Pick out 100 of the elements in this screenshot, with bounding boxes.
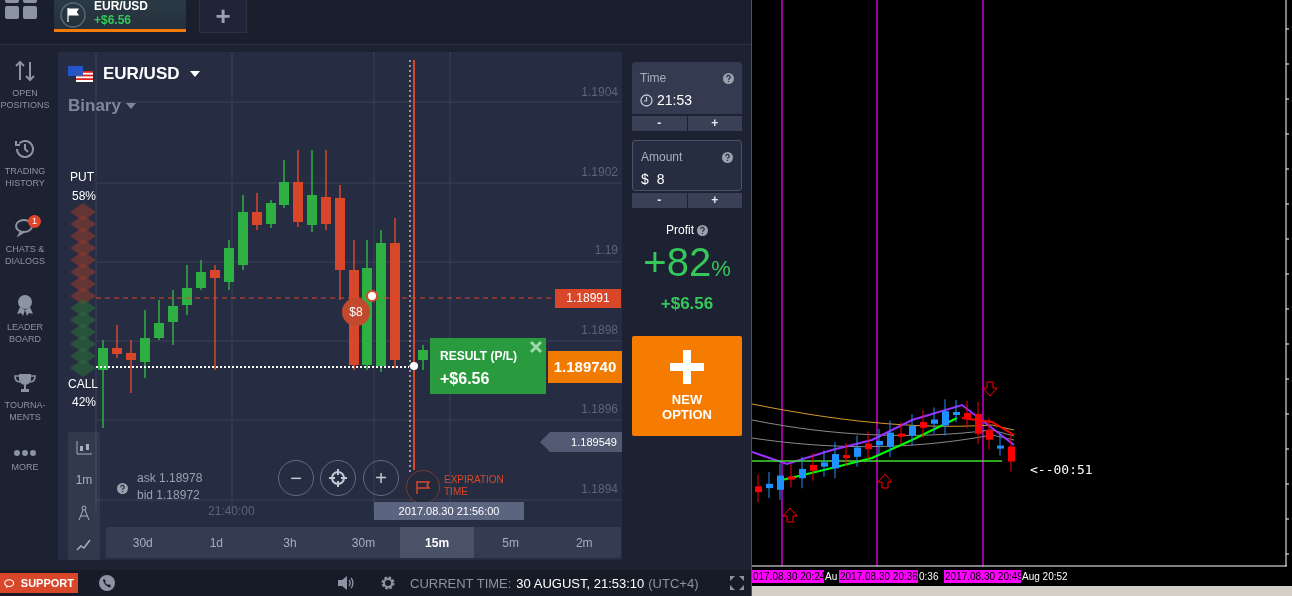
more-icon[interactable] [13, 449, 37, 457]
cursor-price-tag: 1.189549 [540, 432, 622, 452]
candle [224, 239, 234, 291]
add-tab-button[interactable]: + [199, 0, 247, 33]
target-icon [328, 468, 348, 488]
candle [931, 407, 938, 435]
candle [182, 264, 192, 316]
speaker-icon[interactable] [337, 575, 355, 591]
clock-icon [640, 93, 653, 107]
candle [843, 442, 850, 467]
sidebar-label[interactable]: OPEN POSITIONS [0, 87, 50, 111]
time-card[interactable]: Time 21:53 [632, 62, 742, 114]
candle [1008, 434, 1015, 472]
amount-label: Amount [641, 150, 683, 164]
put-label: PUT [70, 170, 94, 184]
chat-icon [4, 576, 16, 590]
candle [953, 399, 960, 423]
timeframe-tab[interactable]: 30d [106, 527, 180, 558]
grid-icon[interactable] [5, 0, 39, 20]
candle [418, 344, 428, 371]
time-axis-label: 2017.08.30 20:36 [839, 570, 919, 583]
candle [279, 159, 289, 209]
candle [865, 431, 872, 460]
history-icon[interactable] [13, 137, 37, 161]
phone-icon[interactable] [99, 575, 115, 591]
bet-marker: $8 [342, 298, 370, 326]
help-icon[interactable] [697, 224, 708, 236]
result-title: RESULT (P/L) [440, 349, 518, 363]
notification-badge: 1 [28, 215, 41, 228]
plus-button[interactable]: + [687, 193, 742, 208]
ask-bid-prices: ask 1.18978 bid 1.18972 [137, 470, 203, 504]
timeframe-tab[interactable]: 15m [400, 527, 474, 558]
entry-marker [366, 290, 378, 302]
plus-button[interactable]: + [687, 116, 742, 131]
flag-icon [68, 66, 93, 82]
sidebar-label[interactable]: LEADER BOARD [7, 321, 43, 345]
put-percent: 58% [72, 189, 97, 203]
candle [997, 433, 1004, 457]
caret-icon[interactable] [189, 71, 200, 77]
up-arrow-icon [782, 507, 798, 523]
help-icon[interactable] [117, 483, 128, 494]
current-time: 30 AUGUST, 21:53:10 [516, 575, 645, 591]
sidebar-label[interactable]: TRADING HISTORY [4, 165, 46, 189]
candle [909, 413, 916, 446]
time-label: Time [640, 71, 667, 85]
candle [986, 417, 993, 451]
timeframe-tab[interactable]: 2m [547, 527, 622, 558]
sidebar-label[interactable]: MORE [11, 461, 39, 473]
result-value: +$6.56 [440, 370, 491, 388]
profit-label: Profit [666, 223, 694, 237]
candle [799, 456, 806, 489]
fullscreen-icon[interactable] [729, 575, 745, 591]
instrument-selector[interactable]: Binary [68, 96, 121, 116]
up-arrow-icon [877, 473, 893, 489]
timeframe-tab[interactable]: 3h [253, 527, 327, 558]
settings-icon[interactable] [380, 575, 396, 591]
minus-button[interactable]: - [632, 193, 687, 208]
candle [154, 299, 164, 341]
asset-tab[interactable]: EUR/USD +$6.56 [54, 0, 186, 32]
countdown-label: <--00:51 [1030, 462, 1093, 477]
candle [876, 428, 883, 456]
timeframe-tab[interactable]: 5m [473, 527, 548, 558]
candlestick-icon[interactable] [76, 441, 92, 455]
candle [777, 463, 784, 501]
candle [920, 409, 927, 439]
candle [854, 435, 861, 468]
time-axis-label: 0:36 [918, 570, 940, 583]
trophy-icon[interactable] [13, 371, 37, 395]
indicator-icon[interactable] [76, 539, 92, 551]
minus-button[interactable]: - [632, 116, 687, 131]
timeframe-tab[interactable]: 30m [326, 527, 401, 558]
price-point [410, 362, 418, 370]
flag-icon [60, 1, 86, 28]
profit-amount: +$6.56 [660, 294, 714, 314]
help-icon[interactable] [722, 152, 733, 163]
timeframe-tab[interactable]: 1d [179, 527, 254, 558]
strike-price-tag: 1.18991 [555, 289, 621, 308]
support-button[interactable]: SUPPORT [0, 573, 78, 593]
candle [755, 473, 762, 503]
candle [810, 452, 817, 482]
compass-icon[interactable] [77, 505, 91, 521]
down-arrow-icon [982, 381, 998, 397]
candle [898, 421, 905, 445]
candle [964, 400, 971, 429]
sidebar-label[interactable]: TOURNA- MENTS [4, 399, 46, 423]
asset-name: EUR/USD [94, 0, 148, 13]
candle-period-button[interactable]: 1m [75, 473, 93, 487]
date-tooltip: 2017.08.30 21:56:00 [374, 502, 524, 520]
help-icon[interactable] [723, 73, 734, 84]
candle [887, 420, 894, 458]
candle [788, 464, 795, 488]
time-axis-label: Au [824, 570, 839, 583]
asset-selector[interactable]: EUR/USD [103, 64, 180, 84]
sidebar-label[interactable]: CHATS & DIALOGS [5, 243, 45, 267]
candle [140, 309, 150, 379]
candle [832, 441, 839, 479]
timezone: (UTC+4) [648, 575, 699, 591]
amount-field[interactable]: Amount $ 8 [632, 140, 742, 191]
arrows-icon[interactable] [13, 59, 37, 83]
candle [766, 471, 773, 499]
